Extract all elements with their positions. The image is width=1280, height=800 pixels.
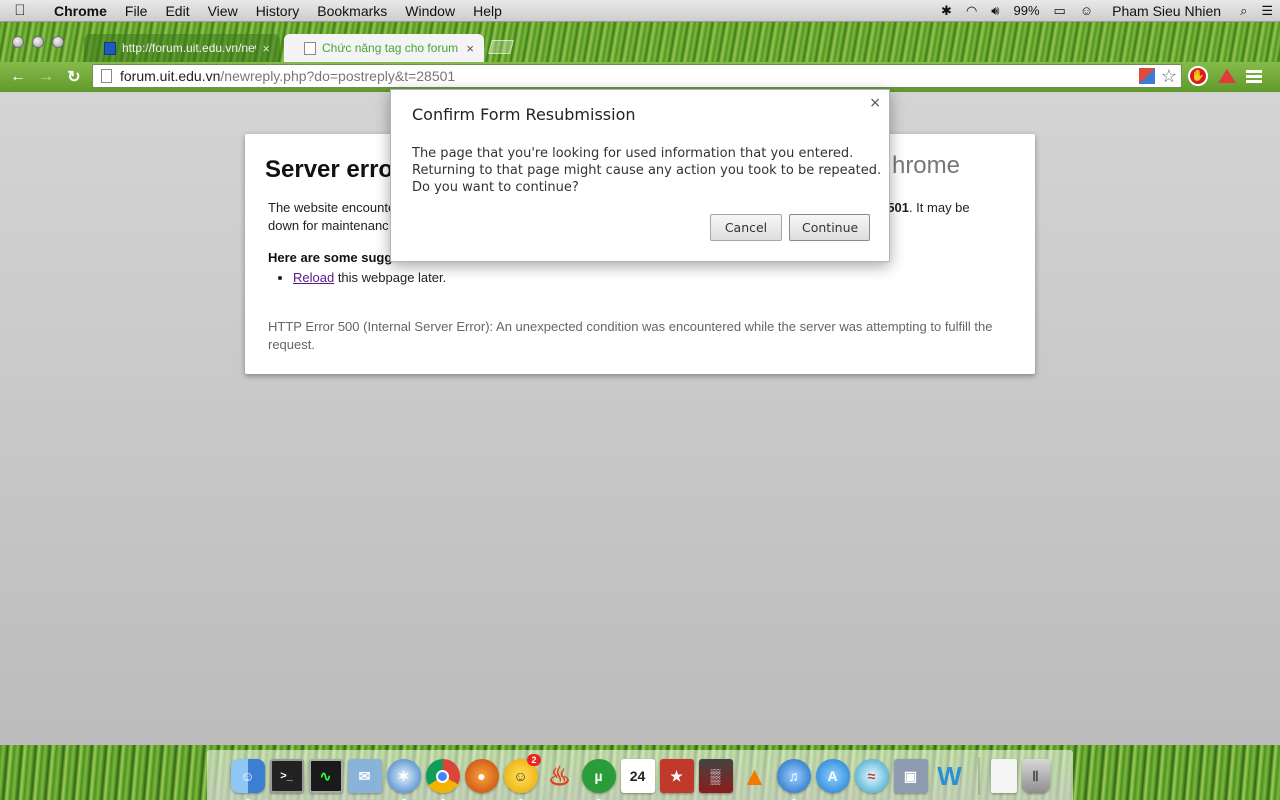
error-title: Server erro [265, 156, 394, 183]
minimize-window-button[interactable] [32, 36, 44, 48]
menu-file[interactable]: File [116, 0, 157, 22]
list-item: Reload this webpage later. [293, 270, 446, 285]
address-bar[interactable]: forum.uit.edu.vn/newreply.php?do=postrep… [92, 64, 1182, 88]
messenger-badge: 2 [527, 754, 541, 766]
chrome-icon[interactable] [425, 759, 460, 800]
suggestions-heading: Here are some sugg [268, 250, 393, 265]
continue-button[interactable]: Continue [789, 214, 870, 241]
dialog-title: Confirm Form Resubmission [412, 105, 636, 124]
reload-link[interactable]: Reload [293, 270, 334, 285]
user-name[interactable]: Pham Sieu Nhien [1100, 0, 1233, 22]
preview-photos-icon[interactable]: ▣ [893, 759, 928, 793]
bluetooth-icon[interactable]: ✱ [934, 0, 959, 22]
dialog-close-icon[interactable]: × [869, 95, 881, 111]
keynote-icon[interactable]: ★ [659, 759, 694, 793]
confirm-dialog: × Confirm Form Resubmission The page tha… [390, 89, 890, 262]
tab-title: http://forum.uit.edu.vn/newreply.php?do=… [122, 41, 257, 55]
utorrent-icon[interactable]: µ [581, 759, 616, 800]
battery-percent[interactable]: 99% [1007, 0, 1047, 22]
tab-close-icon[interactable]: × [262, 41, 270, 56]
app-store-icon[interactable]: A [815, 759, 850, 793]
forward-arrow-icon[interactable]: → [32, 68, 60, 86]
tab-close-icon[interactable]: × [466, 41, 474, 56]
new-tab-button[interactable] [488, 40, 514, 54]
photo-booth-icon[interactable]: ▒ [698, 759, 733, 793]
parallels-icon[interactable]: ≈ [854, 759, 889, 793]
reload-icon[interactable]: ↻ [60, 67, 88, 87]
calendar-icon[interactable]: 24 [620, 759, 655, 793]
desc-start: The website encounte [268, 200, 396, 215]
url-path: /newreply.php?do=postreply&t=28501 [220, 68, 456, 84]
reload-rest: this webpage later. [334, 270, 447, 285]
activity-monitor-icon[interactable]: ∿ [308, 759, 343, 793]
tab-forum-newreply[interactable]: http://forum.uit.edu.vn/newreply.php?do=… [84, 34, 280, 62]
menu-extras: ✱ ◠ 🔊︎ 99% ▭ ☺ Pham Sieu Nhien ⌕ ☰ [934, 0, 1280, 22]
cancel-button[interactable]: Cancel [710, 214, 782, 241]
bookmark-star-icon[interactable]: ☆ [1161, 66, 1177, 87]
desc-line2: down for maintenanc [268, 218, 389, 233]
menu-window[interactable]: Window [396, 0, 464, 22]
red-triangle-extension-icon[interactable] [1218, 69, 1236, 83]
desc-end: . It may be [908, 200, 970, 215]
page-icon [304, 41, 316, 55]
safari-icon[interactable]: ✶ [386, 759, 421, 800]
chrome-menu-icon[interactable] [1246, 68, 1262, 85]
menu-help[interactable]: Help [464, 0, 511, 22]
zoom-window-button[interactable] [52, 36, 64, 48]
back-arrow-icon[interactable]: ← [4, 68, 32, 86]
page-content: Server erro hrome The website encounte=2… [0, 89, 1280, 745]
error-brand: hrome [891, 152, 960, 179]
error-detail: HTTP Error 500 (Internal Server Error): … [268, 319, 993, 352]
favicon-icon [104, 41, 116, 55]
menu-edit[interactable]: Edit [156, 0, 198, 22]
menu-view[interactable]: View [199, 0, 247, 22]
spotlight-search-icon[interactable]: ⌕ [1233, 0, 1254, 22]
notification-center-icon[interactable]: ☰ [1254, 0, 1280, 22]
extension-icon[interactable] [1138, 68, 1155, 84]
dock-background: ☺ >_ ∿ ✉ ✶ ● ☺ 2 ♨ µ 24 ★ ▒ ▲ ♫ A ≈ ▣ W Ⅱ [0, 745, 1280, 800]
tab-strip: http://forum.uit.edu.vn/newreply.php?do=… [0, 22, 1280, 62]
browser-toolbar: ← → ↻ forum.uit.edu.vn/newreply.php?do=p… [0, 62, 1280, 92]
finder-icon[interactable]: ☺ [230, 759, 265, 800]
preview-icon[interactable]: ✉ [347, 759, 382, 793]
page-icon [101, 69, 112, 83]
itunes-icon[interactable]: ♫ [776, 759, 811, 800]
firefox-icon[interactable]: ● [464, 759, 499, 793]
adblock-extension-icon[interactable]: ✋ [1188, 66, 1208, 86]
vlc-icon[interactable]: ▲ [738, 759, 772, 793]
dock: ☺ >_ ∿ ✉ ✶ ● ☺ 2 ♨ µ 24 ★ ▒ ▲ ♫ A ≈ ▣ W Ⅱ [207, 750, 1073, 800]
apple-menu-icon[interactable]:  [0, 2, 40, 19]
url-host: forum.uit.edu.vn [120, 68, 221, 84]
window-controls [12, 36, 64, 48]
terminal-icon[interactable]: >_ [269, 759, 304, 793]
word-icon[interactable]: W [933, 759, 967, 793]
volume-icon[interactable]: 🔊︎ [984, 0, 1006, 22]
documents-icon[interactable] [990, 759, 1017, 793]
wifi-icon[interactable]: ◠ [959, 0, 984, 22]
suggestions-list: Reload this webpage later. [293, 270, 446, 285]
battery-icon[interactable]: ▭ [1047, 0, 1073, 22]
menu-bookmarks[interactable]: Bookmarks [308, 0, 396, 22]
menu-app-name[interactable]: Chrome [40, 0, 116, 22]
dialog-buttons: Cancel Continue [710, 214, 870, 241]
trash-icon[interactable]: Ⅱ [1021, 759, 1050, 793]
tab-chuc-nang-tag[interactable]: Chức năng tag cho forum - × [284, 34, 484, 62]
user-avatar-icon[interactable]: ☺ [1073, 0, 1100, 22]
flame-icon[interactable]: ♨ [543, 759, 577, 793]
menu-history[interactable]: History [247, 0, 309, 22]
messenger-icon[interactable]: ☺ 2 [503, 754, 541, 800]
menu-bar:  Chrome File Edit View History Bookmark… [0, 0, 1280, 22]
close-window-button[interactable] [12, 36, 24, 48]
dock-separator [977, 757, 980, 795]
tab-title: Chức năng tag cho forum - [322, 41, 461, 55]
dialog-message: The page that you're looking for used in… [412, 146, 882, 195]
